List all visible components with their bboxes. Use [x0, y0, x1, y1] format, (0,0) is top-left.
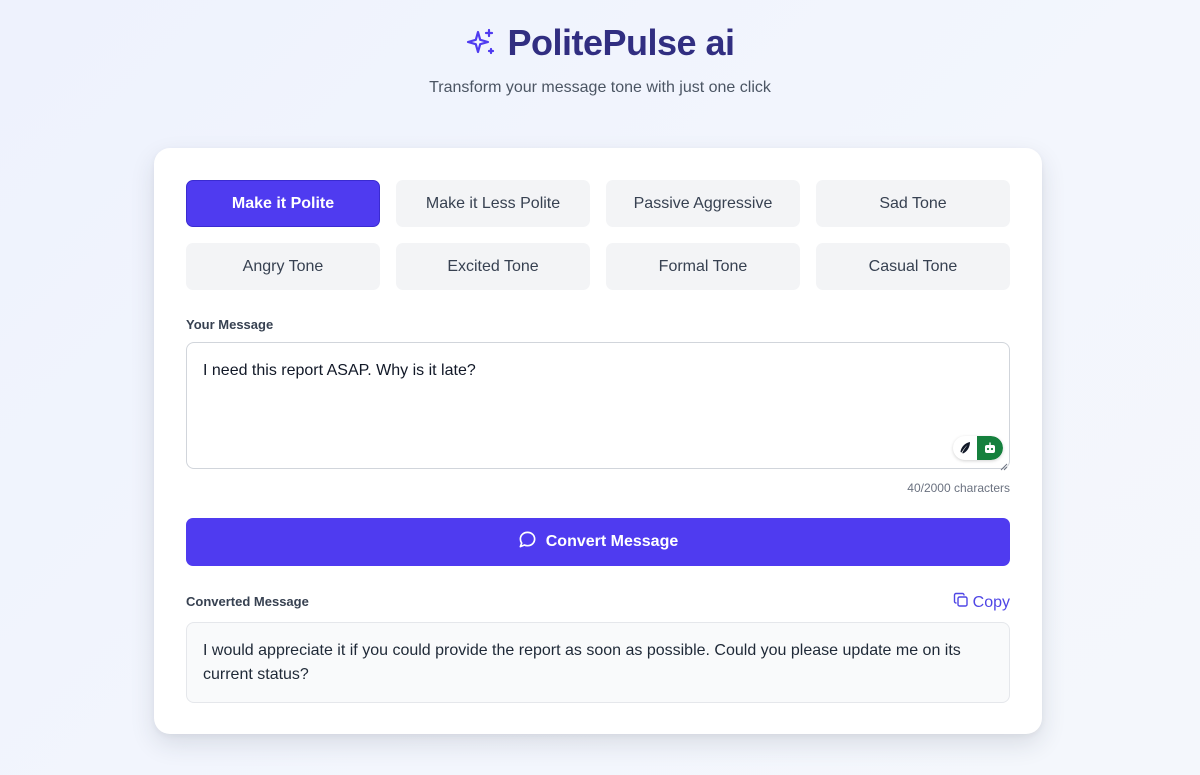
- converter-card: Make it Polite Make it Less Polite Passi…: [154, 148, 1042, 734]
- output-label: Converted Message: [186, 594, 309, 609]
- message-input-value[interactable]: I need this report ASAP. Why is it late?: [203, 362, 476, 380]
- character-count: 40/2000 characters: [907, 481, 1010, 495]
- tone-button-sad-tone[interactable]: Sad Tone: [816, 180, 1010, 227]
- copy-button[interactable]: Copy: [953, 592, 1010, 613]
- brand: PolitePulse ai: [0, 22, 1200, 64]
- tone-selector: Make it Polite Make it Less Polite Passi…: [186, 180, 1010, 290]
- convert-message-label: Convert Message: [545, 533, 679, 550]
- tone-button-formal-tone[interactable]: Formal Tone: [606, 243, 800, 290]
- message-input-label: Your Message: [186, 317, 274, 332]
- copy-label: Copy: [972, 593, 1010, 611]
- tone-button-make-it-polite[interactable]: Make it Polite: [186, 180, 380, 227]
- tone-button-angry-tone[interactable]: Angry Tone: [186, 243, 380, 290]
- sparkles-icon: [465, 27, 497, 59]
- convert-message-button[interactable]: Convert Message: [186, 518, 1010, 566]
- resize-handle-icon[interactable]: [999, 458, 1008, 471]
- tagline: Transform your message tone with just on…: [429, 79, 771, 96]
- converted-message-output: I would appreciate it if you could provi…: [186, 622, 1010, 703]
- bot-icon[interactable]: [977, 436, 1003, 460]
- message-input[interactable]: I need this report ASAP. Why is it late?: [186, 342, 1010, 471]
- app-title: PolitePulse ai: [507, 22, 735, 63]
- chat-bubble-icon: [518, 530, 537, 554]
- tone-button-casual-tone[interactable]: Casual Tone: [816, 243, 1010, 290]
- tone-button-excited-tone[interactable]: Excited Tone: [396, 243, 590, 290]
- copy-icon: [953, 592, 969, 613]
- feather-icon[interactable]: [953, 436, 977, 460]
- tone-button-passive-aggressive[interactable]: Passive Aggressive: [606, 180, 800, 227]
- tone-button-make-it-less-polite[interactable]: Make it Less Polite: [396, 180, 590, 227]
- writing-extension-widget[interactable]: [953, 436, 1003, 460]
